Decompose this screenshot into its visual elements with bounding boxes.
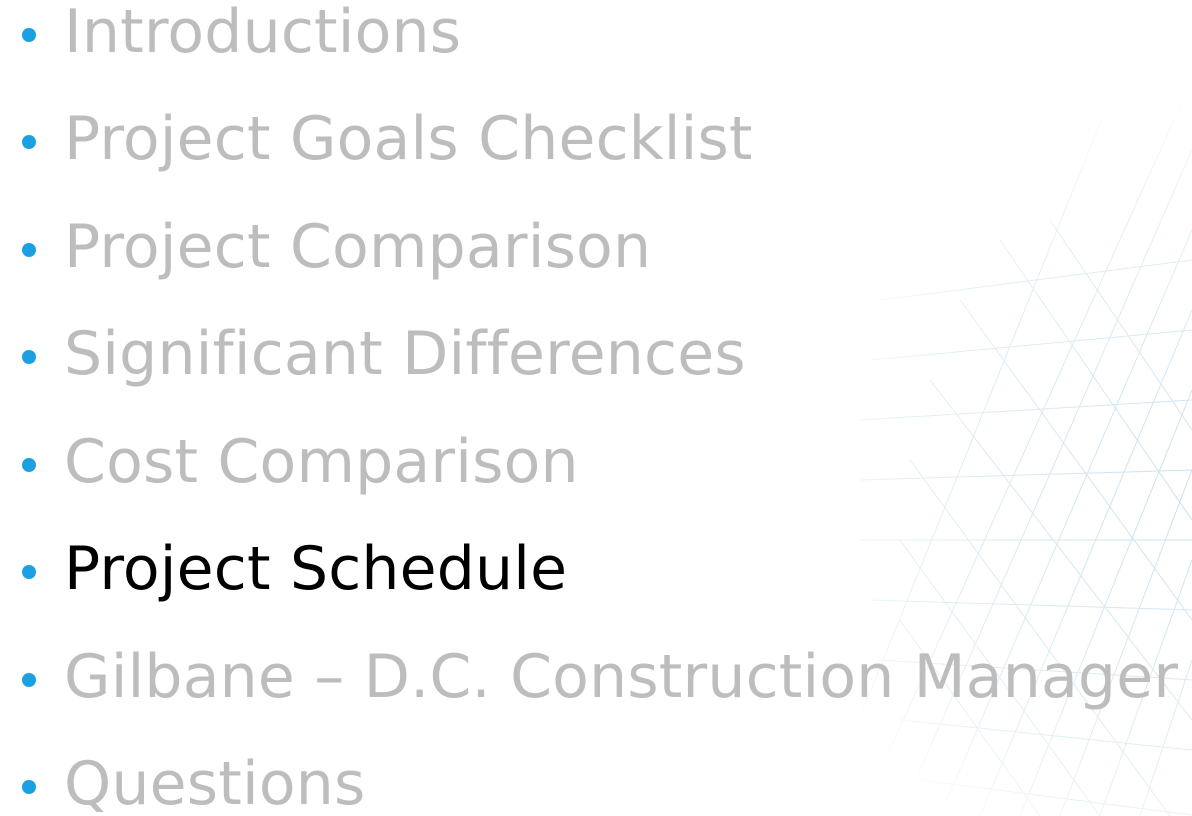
bullet-icon: [22, 672, 36, 687]
agenda-item-label: Questions: [64, 749, 366, 816]
slide: Introductions Project Goals Checklist Pr…: [0, 0, 1192, 816]
agenda-item-label: Significant Differences: [64, 319, 746, 390]
bullet-icon: [22, 457, 36, 472]
agenda-item-label: Project Schedule: [64, 534, 568, 605]
agenda-item-label: Gilbane – D.C. Construction Manager: [64, 641, 1179, 712]
bullet-icon: [22, 242, 36, 257]
agenda-item-label: Project Comparison: [64, 211, 652, 282]
agenda-item-label: Cost Comparison: [64, 426, 579, 497]
agenda-item-label: Introductions: [64, 0, 462, 67]
bullet-icon: [22, 27, 36, 42]
agenda-item-label: Project Goals Checklist: [64, 104, 753, 175]
